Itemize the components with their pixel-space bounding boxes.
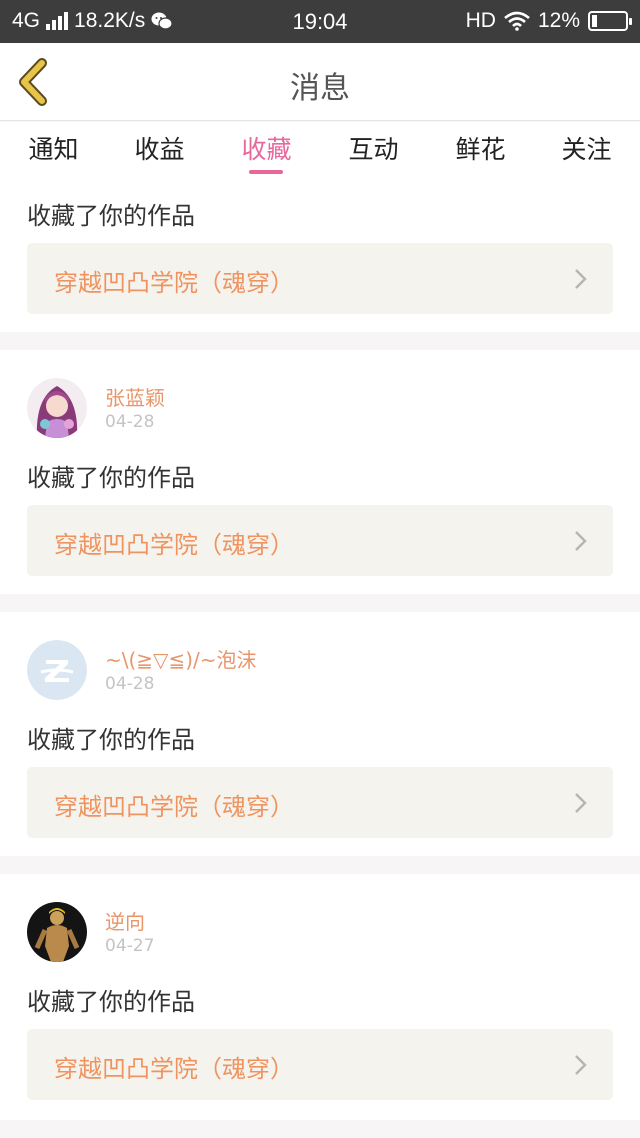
battery-icon [588,11,632,31]
message-action: 收藏了你的作品 [27,202,195,230]
work-title: 穿越凹凸学院（魂穿） [54,269,294,297]
back-button[interactable] [10,53,66,111]
work-link[interactable]: 穿越凹凸学院（魂穿） [27,767,613,838]
battery-percent: 12% [537,9,580,32]
tab-label: 鲜花 [455,135,506,164]
back-arrow-icon [19,58,47,106]
work-title: 穿越凹凸学院（魂穿） [54,1055,294,1083]
chevron-right-icon [575,1055,587,1075]
message-action: 收藏了你的作品 [27,988,195,1016]
tab-flowers[interactable]: 鲜花 [427,130,534,176]
tab-label: 关注 [561,135,612,164]
username[interactable]: 张蓝颖 [105,382,165,411]
hd-indicator: HD [465,9,496,32]
username[interactable]: ~\(≧▽≦)/~泡沫 [105,644,257,673]
tab-label: 互动 [348,135,399,164]
message-card: 张蓝颖 04-28 收藏了你的作品 穿越凹凸学院（魂穿） [0,350,640,594]
username[interactable]: 逆向 [105,906,145,935]
tab-label: 收藏 [241,135,292,164]
default-qq-avatar-icon [27,640,87,700]
work-title: 穿越凹凸学院（魂穿） [54,793,294,821]
tab-label: 通知 [28,135,79,164]
anime-girl-avatar-icon [27,378,87,438]
message-action: 收藏了你的作品 [27,726,195,754]
message-card: 收藏了你的作品 穿越凹凸学院（魂穿） [0,178,640,332]
page-title: 消息 [290,71,350,106]
message-card: ~\(≧▽≦)/~泡沫 04-28 收藏了你的作品 穿越凹凸学院（魂穿） [0,612,640,856]
tab-interactions[interactable]: 互动 [320,130,427,176]
tab-notifications[interactable]: 通知 [0,130,107,176]
tab-label: 收益 [134,135,185,164]
avatar[interactable] [27,902,87,962]
chevron-right-icon [575,269,587,289]
avatar[interactable] [27,378,87,438]
active-tab-indicator [249,170,283,174]
work-link[interactable]: 穿越凹凸学院（魂穿） [27,1029,613,1100]
status-bar: 4G 18.2K/s 19:04 HD 12% [0,0,640,43]
work-link[interactable]: 穿越凹凸学院（魂穿） [27,243,613,314]
tab-bar: 通知 收益 收藏 互动 鲜花 关注 [0,122,640,178]
tab-following[interactable]: 关注 [533,130,640,176]
message-date: 04-27 [105,936,155,956]
chevron-right-icon [575,793,587,813]
message-date: 04-28 [105,412,155,432]
tab-favorites[interactable]: 收藏 [213,130,320,176]
message-action: 收藏了你的作品 [27,464,195,492]
work-link[interactable]: 穿越凹凸学院（魂穿） [27,505,613,576]
tab-earnings[interactable]: 收益 [106,130,213,176]
message-card: 逆向 04-27 收藏了你的作品 穿越凹凸学院（魂穿） [0,874,640,1120]
avatar[interactable] [27,640,87,700]
figure-avatar-icon [27,902,87,962]
work-title: 穿越凹凸学院（魂穿） [54,531,294,559]
status-right: HD 12% [465,9,632,33]
chevron-right-icon [575,531,587,551]
wifi-icon [504,11,530,31]
message-date: 04-28 [105,674,155,694]
app-header: 消息 [0,43,640,121]
